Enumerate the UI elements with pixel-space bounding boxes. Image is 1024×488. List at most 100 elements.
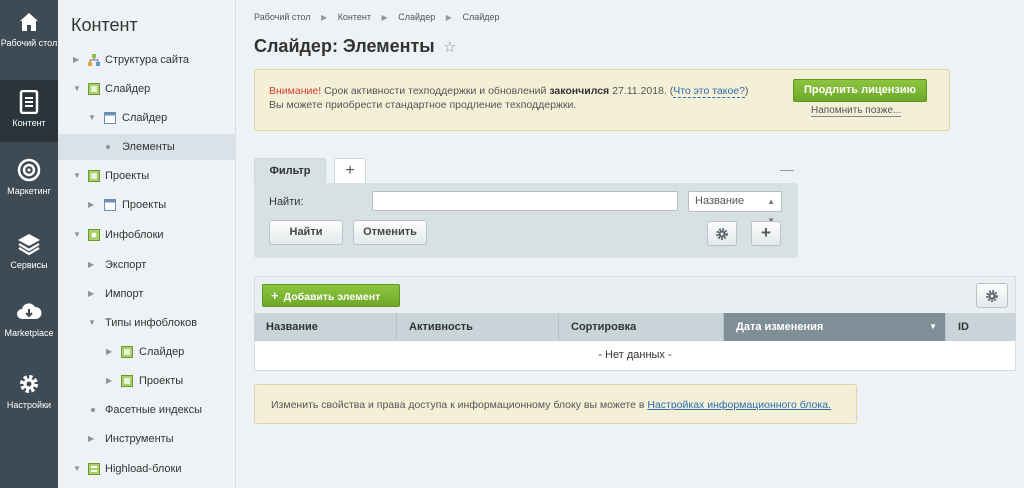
tree-item-projects-iblock[interactable]: ▶ Проекты bbox=[58, 192, 236, 218]
grid-empty-row: - Нет данных - bbox=[254, 341, 1016, 371]
tree-item-tools[interactable]: ▶ Инструменты bbox=[58, 426, 236, 452]
cancel-button[interactable]: Отменить bbox=[353, 220, 427, 245]
rail-item-label: Marketplace bbox=[4, 328, 54, 338]
tree-title: Контент bbox=[71, 15, 138, 35]
tree-item-label: Highload-блоки bbox=[105, 463, 182, 475]
content-tree-panel: Контент ▶ Структура сайта ▼ Слайдер ▼ Сл… bbox=[58, 0, 236, 488]
rail-item-label: Сервисы bbox=[10, 260, 48, 270]
expand-arrow-icon[interactable]: ▶ bbox=[88, 192, 94, 218]
tree-item-projects-type[interactable]: ▼ Проекты bbox=[58, 163, 236, 189]
breadcrumb-item[interactable]: Контент bbox=[338, 12, 371, 22]
tree-item-site-structure[interactable]: ▶ Структура сайта bbox=[58, 47, 236, 73]
tree-item-slider-iblock[interactable]: ▼ Слайдер bbox=[58, 105, 236, 131]
column-header-id[interactable]: ID bbox=[946, 313, 1016, 341]
rail-item-desktop[interactable]: Рабочий стол bbox=[0, 10, 58, 72]
find-field-select[interactable]: Название ▲▼ bbox=[688, 191, 782, 225]
rail-item-label: Рабочий стол bbox=[0, 38, 58, 48]
filter-settings-button[interactable] bbox=[707, 221, 737, 246]
renew-license-button[interactable]: Продлить лицензию bbox=[793, 79, 927, 102]
rail-item-settings[interactable]: Настройки bbox=[0, 372, 58, 430]
what-is-this-link[interactable]: Что это такое? bbox=[673, 85, 746, 98]
tree-item-export[interactable]: ▶ Экспорт bbox=[58, 252, 236, 278]
page-title: Слайдер: Элементы bbox=[254, 36, 435, 56]
tree-item-iblock-types[interactable]: ▼ Типы инфоблоков bbox=[58, 310, 236, 336]
remind-later-link[interactable]: Напомнить позже... bbox=[811, 105, 902, 117]
add-element-button[interactable]: + Добавить элемент bbox=[262, 284, 400, 307]
breadcrumb-separator-icon: ▶ bbox=[445, 13, 452, 22]
collapse-arrow-icon[interactable]: ▼ bbox=[88, 105, 96, 131]
info-text: Изменить свойства и права доступа к инфо… bbox=[271, 399, 831, 411]
plus-icon: + bbox=[271, 288, 279, 303]
collapse-arrow-icon[interactable]: ▼ bbox=[73, 456, 81, 482]
tree-item-label: Типы инфоблоков bbox=[105, 317, 198, 329]
add-element-label: Добавить элемент bbox=[283, 291, 381, 303]
column-header-sort[interactable]: Сортировка bbox=[559, 313, 724, 341]
tree-item-infoblocks[interactable]: ▼ Инфоблоки bbox=[58, 222, 236, 248]
home-icon bbox=[20, 13, 38, 31]
rail-item-services[interactable]: Сервисы bbox=[0, 232, 58, 290]
minimize-filter-icon[interactable]: — bbox=[780, 161, 794, 177]
collapse-arrow-icon[interactable]: ▼ bbox=[73, 163, 81, 189]
tree-item-slider-type[interactable]: ▼ Слайдер bbox=[58, 76, 236, 102]
iblock-type-icon bbox=[121, 375, 133, 387]
sort-desc-icon: ▼ bbox=[929, 322, 937, 331]
breadcrumb-item[interactable]: Слайдер bbox=[462, 12, 499, 22]
tree-item-types-slider[interactable]: ▶ Слайдер bbox=[58, 339, 236, 365]
tree-item-highload[interactable]: ▼ Highload-блоки bbox=[58, 456, 236, 482]
iblock-type-icon bbox=[88, 170, 100, 182]
collapse-arrow-icon[interactable]: ▼ bbox=[73, 222, 81, 248]
iblock-type-icon bbox=[121, 346, 133, 358]
tree-item-facet-indexes[interactable]: Фасетные индексы bbox=[58, 397, 236, 423]
rail-item-label: Настройки bbox=[6, 400, 52, 410]
tree-item-label: Слайдер bbox=[122, 112, 168, 124]
iblock-settings-link[interactable]: Настройках информационного блока. bbox=[647, 399, 831, 411]
tree-item-label: Слайдер bbox=[139, 346, 185, 358]
find-input[interactable] bbox=[372, 191, 678, 211]
cloud-download-icon bbox=[17, 303, 42, 319]
notice-line2: Вы можете приобрести стандартное продлен… bbox=[269, 99, 577, 111]
find-label: Найти: bbox=[269, 196, 304, 208]
document-icon bbox=[19, 90, 39, 114]
expand-arrow-icon[interactable]: ▶ bbox=[106, 368, 112, 394]
column-header-name[interactable]: Название bbox=[254, 313, 397, 341]
expand-arrow-icon[interactable]: ▶ bbox=[88, 281, 94, 307]
breadcrumb-separator-icon: ▶ bbox=[381, 13, 388, 22]
tree-item-import[interactable]: ▶ Импорт bbox=[58, 281, 236, 307]
rail-item-label: Контент bbox=[12, 118, 46, 128]
expand-arrow-icon[interactable]: ▶ bbox=[88, 252, 94, 278]
add-filter-tab-button[interactable]: + bbox=[334, 158, 366, 184]
favorite-star-icon[interactable]: ☆ bbox=[443, 38, 456, 56]
gear-icon bbox=[20, 375, 38, 393]
rail-item-marketplace[interactable]: Marketplace bbox=[0, 300, 58, 358]
rail-item-marketing[interactable]: Маркетинг bbox=[0, 158, 58, 216]
notice-text-part: ) bbox=[745, 85, 749, 97]
grid-settings-button[interactable] bbox=[976, 283, 1008, 308]
breadcrumb-item[interactable]: Слайдер bbox=[398, 12, 435, 22]
expired-label: закончился bbox=[549, 85, 610, 97]
iblock-icon bbox=[104, 112, 116, 124]
breadcrumb: Рабочий стол ▶ Контент ▶ Слайдер ▶ Слайд… bbox=[254, 12, 500, 22]
tree-item-label: Экспорт bbox=[105, 259, 147, 271]
breadcrumb-item[interactable]: Рабочий стол bbox=[254, 12, 311, 22]
sitemap-icon bbox=[88, 54, 100, 66]
tree-item-label: Проекты bbox=[122, 199, 167, 211]
tree-item-label: Импорт bbox=[105, 288, 144, 300]
grid-header: Название Активность Сортировка Дата изме… bbox=[254, 313, 1016, 341]
expand-arrow-icon[interactable]: ▶ bbox=[73, 47, 79, 73]
find-button[interactable]: Найти bbox=[269, 220, 343, 245]
tree-item-types-projects[interactable]: ▶ Проекты bbox=[58, 368, 236, 394]
collapse-arrow-icon[interactable]: ▼ bbox=[88, 310, 96, 336]
rail-item-content[interactable]: Контент bbox=[0, 80, 58, 142]
highload-icon bbox=[88, 463, 100, 475]
expand-arrow-icon[interactable]: ▶ bbox=[106, 339, 112, 365]
collapse-arrow-icon[interactable]: ▼ bbox=[73, 76, 81, 102]
column-header-date-modified[interactable]: Дата изменения ▼ bbox=[724, 313, 946, 341]
tree-item-elements[interactable]: Элементы bbox=[58, 134, 236, 160]
column-header-active[interactable]: Активность bbox=[397, 313, 559, 341]
expand-arrow-icon[interactable]: ▶ bbox=[88, 426, 94, 452]
gear-icon bbox=[716, 228, 728, 240]
main-content: Рабочий стол ▶ Контент ▶ Слайдер ▶ Слайд… bbox=[237, 0, 1024, 488]
tab-filter[interactable]: Фильтр bbox=[254, 158, 326, 184]
add-filter-field-button[interactable]: + bbox=[751, 221, 781, 246]
find-field-value: Название bbox=[695, 195, 745, 207]
